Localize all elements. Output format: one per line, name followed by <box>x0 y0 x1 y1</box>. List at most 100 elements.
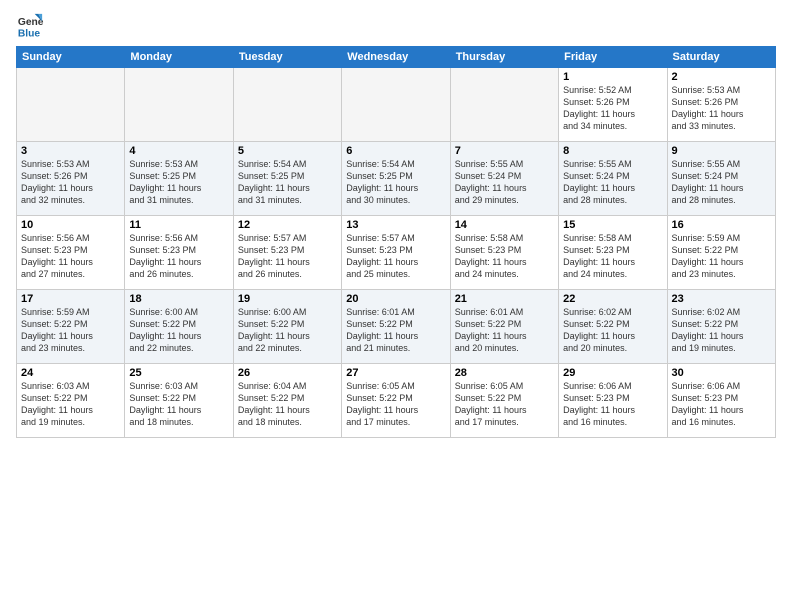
day-cell-27: 27Sunrise: 6:05 AM Sunset: 5:22 PM Dayli… <box>342 364 450 438</box>
day-number: 17 <box>21 293 120 305</box>
day-cell-5: 5Sunrise: 5:54 AM Sunset: 5:25 PM Daylig… <box>233 142 341 216</box>
day-cell-30: 30Sunrise: 6:06 AM Sunset: 5:23 PM Dayli… <box>667 364 775 438</box>
day-number: 25 <box>129 367 228 379</box>
day-info: Sunrise: 5:53 AM Sunset: 5:25 PM Dayligh… <box>129 158 228 207</box>
day-cell-18: 18Sunrise: 6:00 AM Sunset: 5:22 PM Dayli… <box>125 290 233 364</box>
day-info: Sunrise: 5:57 AM Sunset: 5:23 PM Dayligh… <box>346 232 445 281</box>
day-info: Sunrise: 6:00 AM Sunset: 5:22 PM Dayligh… <box>129 306 228 355</box>
day-info: Sunrise: 6:05 AM Sunset: 5:22 PM Dayligh… <box>455 380 554 429</box>
day-info: Sunrise: 5:55 AM Sunset: 5:24 PM Dayligh… <box>455 158 554 207</box>
day-info: Sunrise: 6:02 AM Sunset: 5:22 PM Dayligh… <box>563 306 662 355</box>
day-info: Sunrise: 5:55 AM Sunset: 5:24 PM Dayligh… <box>563 158 662 207</box>
empty-cell <box>233 68 341 142</box>
day-number: 5 <box>238 145 337 157</box>
day-info: Sunrise: 6:00 AM Sunset: 5:22 PM Dayligh… <box>238 306 337 355</box>
day-info: Sunrise: 5:56 AM Sunset: 5:23 PM Dayligh… <box>129 232 228 281</box>
day-number: 23 <box>672 293 771 305</box>
day-number: 19 <box>238 293 337 305</box>
day-cell-20: 20Sunrise: 6:01 AM Sunset: 5:22 PM Dayli… <box>342 290 450 364</box>
day-info: Sunrise: 6:06 AM Sunset: 5:23 PM Dayligh… <box>563 380 662 429</box>
day-cell-26: 26Sunrise: 6:04 AM Sunset: 5:22 PM Dayli… <box>233 364 341 438</box>
day-number: 12 <box>238 219 337 231</box>
empty-cell <box>450 68 558 142</box>
day-cell-8: 8Sunrise: 5:55 AM Sunset: 5:24 PM Daylig… <box>559 142 667 216</box>
day-info: Sunrise: 6:04 AM Sunset: 5:22 PM Dayligh… <box>238 380 337 429</box>
empty-cell <box>342 68 450 142</box>
day-number: 8 <box>563 145 662 157</box>
day-info: Sunrise: 5:57 AM Sunset: 5:23 PM Dayligh… <box>238 232 337 281</box>
day-info: Sunrise: 5:58 AM Sunset: 5:23 PM Dayligh… <box>455 232 554 281</box>
day-number: 9 <box>672 145 771 157</box>
day-number: 7 <box>455 145 554 157</box>
day-info: Sunrise: 6:03 AM Sunset: 5:22 PM Dayligh… <box>21 380 120 429</box>
page: General Blue SundayMondayTuesdayWednesda… <box>0 0 792 612</box>
day-cell-12: 12Sunrise: 5:57 AM Sunset: 5:23 PM Dayli… <box>233 216 341 290</box>
day-info: Sunrise: 5:53 AM Sunset: 5:26 PM Dayligh… <box>672 84 771 133</box>
day-cell-2: 2Sunrise: 5:53 AM Sunset: 5:26 PM Daylig… <box>667 68 775 142</box>
svg-text:Blue: Blue <box>18 28 41 39</box>
day-cell-9: 9Sunrise: 5:55 AM Sunset: 5:24 PM Daylig… <box>667 142 775 216</box>
day-cell-29: 29Sunrise: 6:06 AM Sunset: 5:23 PM Dayli… <box>559 364 667 438</box>
day-cell-19: 19Sunrise: 6:00 AM Sunset: 5:22 PM Dayli… <box>233 290 341 364</box>
day-info: Sunrise: 5:54 AM Sunset: 5:25 PM Dayligh… <box>238 158 337 207</box>
day-info: Sunrise: 5:52 AM Sunset: 5:26 PM Dayligh… <box>563 84 662 133</box>
day-number: 18 <box>129 293 228 305</box>
weekday-tuesday: Tuesday <box>233 47 341 68</box>
day-cell-13: 13Sunrise: 5:57 AM Sunset: 5:23 PM Dayli… <box>342 216 450 290</box>
day-info: Sunrise: 5:56 AM Sunset: 5:23 PM Dayligh… <box>21 232 120 281</box>
logo-icon: General Blue <box>16 12 44 40</box>
week-row-1: 1Sunrise: 5:52 AM Sunset: 5:26 PM Daylig… <box>17 68 776 142</box>
day-info: Sunrise: 5:55 AM Sunset: 5:24 PM Dayligh… <box>672 158 771 207</box>
logo: General Blue <box>16 12 44 40</box>
day-cell-6: 6Sunrise: 5:54 AM Sunset: 5:25 PM Daylig… <box>342 142 450 216</box>
day-cell-21: 21Sunrise: 6:01 AM Sunset: 5:22 PM Dayli… <box>450 290 558 364</box>
day-number: 4 <box>129 145 228 157</box>
day-cell-7: 7Sunrise: 5:55 AM Sunset: 5:24 PM Daylig… <box>450 142 558 216</box>
week-row-5: 24Sunrise: 6:03 AM Sunset: 5:22 PM Dayli… <box>17 364 776 438</box>
day-number: 15 <box>563 219 662 231</box>
day-number: 1 <box>563 71 662 83</box>
day-info: Sunrise: 5:59 AM Sunset: 5:22 PM Dayligh… <box>21 306 120 355</box>
weekday-saturday: Saturday <box>667 47 775 68</box>
day-cell-16: 16Sunrise: 5:59 AM Sunset: 5:22 PM Dayli… <box>667 216 775 290</box>
day-cell-17: 17Sunrise: 5:59 AM Sunset: 5:22 PM Dayli… <box>17 290 125 364</box>
day-cell-15: 15Sunrise: 5:58 AM Sunset: 5:23 PM Dayli… <box>559 216 667 290</box>
day-number: 16 <box>672 219 771 231</box>
day-number: 28 <box>455 367 554 379</box>
day-cell-3: 3Sunrise: 5:53 AM Sunset: 5:26 PM Daylig… <box>17 142 125 216</box>
day-info: Sunrise: 5:54 AM Sunset: 5:25 PM Dayligh… <box>346 158 445 207</box>
day-info: Sunrise: 5:53 AM Sunset: 5:26 PM Dayligh… <box>21 158 120 207</box>
week-row-4: 17Sunrise: 5:59 AM Sunset: 5:22 PM Dayli… <box>17 290 776 364</box>
day-number: 6 <box>346 145 445 157</box>
weekday-wednesday: Wednesday <box>342 47 450 68</box>
empty-cell <box>17 68 125 142</box>
day-cell-11: 11Sunrise: 5:56 AM Sunset: 5:23 PM Dayli… <box>125 216 233 290</box>
day-number: 26 <box>238 367 337 379</box>
day-cell-28: 28Sunrise: 6:05 AM Sunset: 5:22 PM Dayli… <box>450 364 558 438</box>
day-number: 3 <box>21 145 120 157</box>
day-number: 14 <box>455 219 554 231</box>
calendar-table: SundayMondayTuesdayWednesdayThursdayFrid… <box>16 46 776 438</box>
day-number: 27 <box>346 367 445 379</box>
day-info: Sunrise: 5:59 AM Sunset: 5:22 PM Dayligh… <box>672 232 771 281</box>
day-cell-24: 24Sunrise: 6:03 AM Sunset: 5:22 PM Dayli… <box>17 364 125 438</box>
day-number: 30 <box>672 367 771 379</box>
day-cell-14: 14Sunrise: 5:58 AM Sunset: 5:23 PM Dayli… <box>450 216 558 290</box>
day-number: 29 <box>563 367 662 379</box>
day-number: 22 <box>563 293 662 305</box>
day-cell-23: 23Sunrise: 6:02 AM Sunset: 5:22 PM Dayli… <box>667 290 775 364</box>
weekday-friday: Friday <box>559 47 667 68</box>
day-number: 11 <box>129 219 228 231</box>
weekday-thursday: Thursday <box>450 47 558 68</box>
day-info: Sunrise: 6:03 AM Sunset: 5:22 PM Dayligh… <box>129 380 228 429</box>
day-cell-22: 22Sunrise: 6:02 AM Sunset: 5:22 PM Dayli… <box>559 290 667 364</box>
weekday-sunday: Sunday <box>17 47 125 68</box>
week-row-2: 3Sunrise: 5:53 AM Sunset: 5:26 PM Daylig… <box>17 142 776 216</box>
weekday-header-row: SundayMondayTuesdayWednesdayThursdayFrid… <box>17 47 776 68</box>
day-info: Sunrise: 6:06 AM Sunset: 5:23 PM Dayligh… <box>672 380 771 429</box>
empty-cell <box>125 68 233 142</box>
header: General Blue <box>16 12 776 40</box>
day-number: 20 <box>346 293 445 305</box>
day-number: 10 <box>21 219 120 231</box>
week-row-3: 10Sunrise: 5:56 AM Sunset: 5:23 PM Dayli… <box>17 216 776 290</box>
